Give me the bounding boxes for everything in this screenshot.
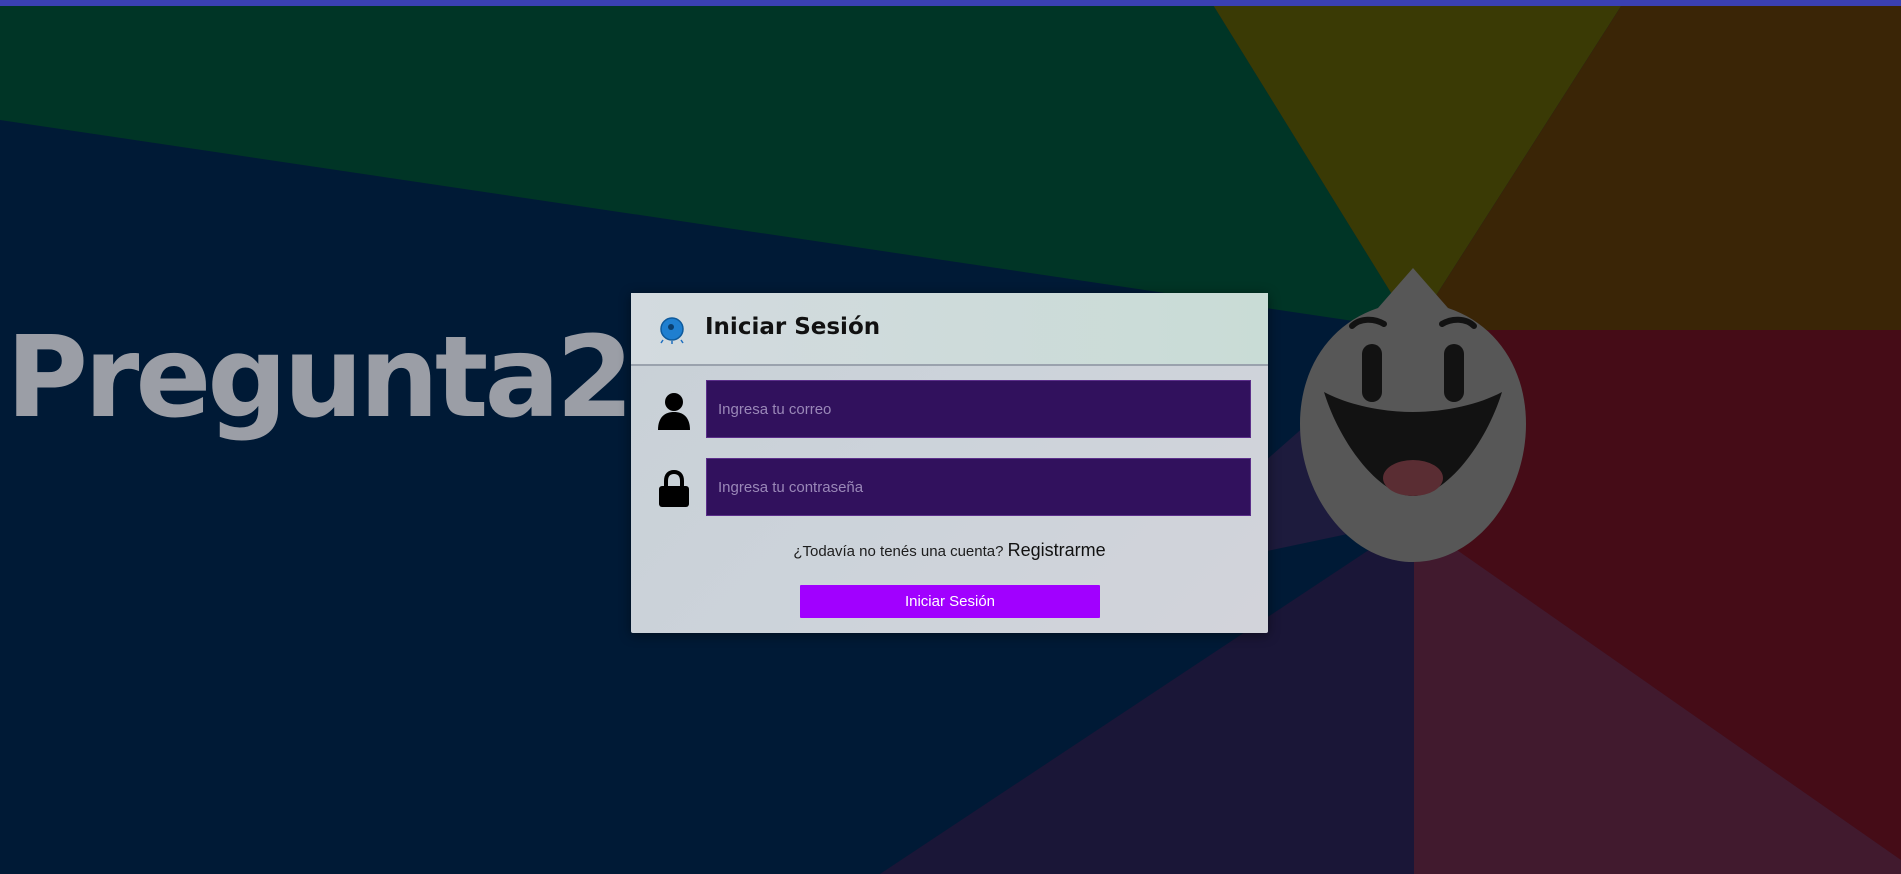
smiling-drop-mascot-icon: [1300, 268, 1526, 562]
register-prompt: ¿Todavía no tenés una cuenta?: [793, 543, 1004, 560]
email-row: [631, 380, 1268, 440]
password-row: [631, 458, 1268, 518]
globe-logo-icon: [660, 317, 684, 344]
email-input[interactable]: [706, 380, 1251, 438]
password-input[interactable]: [706, 458, 1251, 516]
login-card: Iniciar Sesión ¿Todavía no tenés una cue…: [631, 293, 1268, 633]
login-title: Iniciar Sesión: [705, 314, 881, 340]
user-icon: [658, 393, 690, 430]
top-accent-bar: [0, 0, 1901, 6]
login-card-header: Iniciar Sesión: [631, 293, 1268, 366]
register-line: ¿Todavía no tenés una cuenta? Registrarm…: [631, 540, 1268, 561]
lock-icon: [659, 470, 689, 507]
register-link[interactable]: Registrarme: [1008, 540, 1106, 560]
login-submit-button[interactable]: Iniciar Sesión: [800, 585, 1100, 618]
brand-logo-text: Pregunta2: [6, 313, 634, 443]
